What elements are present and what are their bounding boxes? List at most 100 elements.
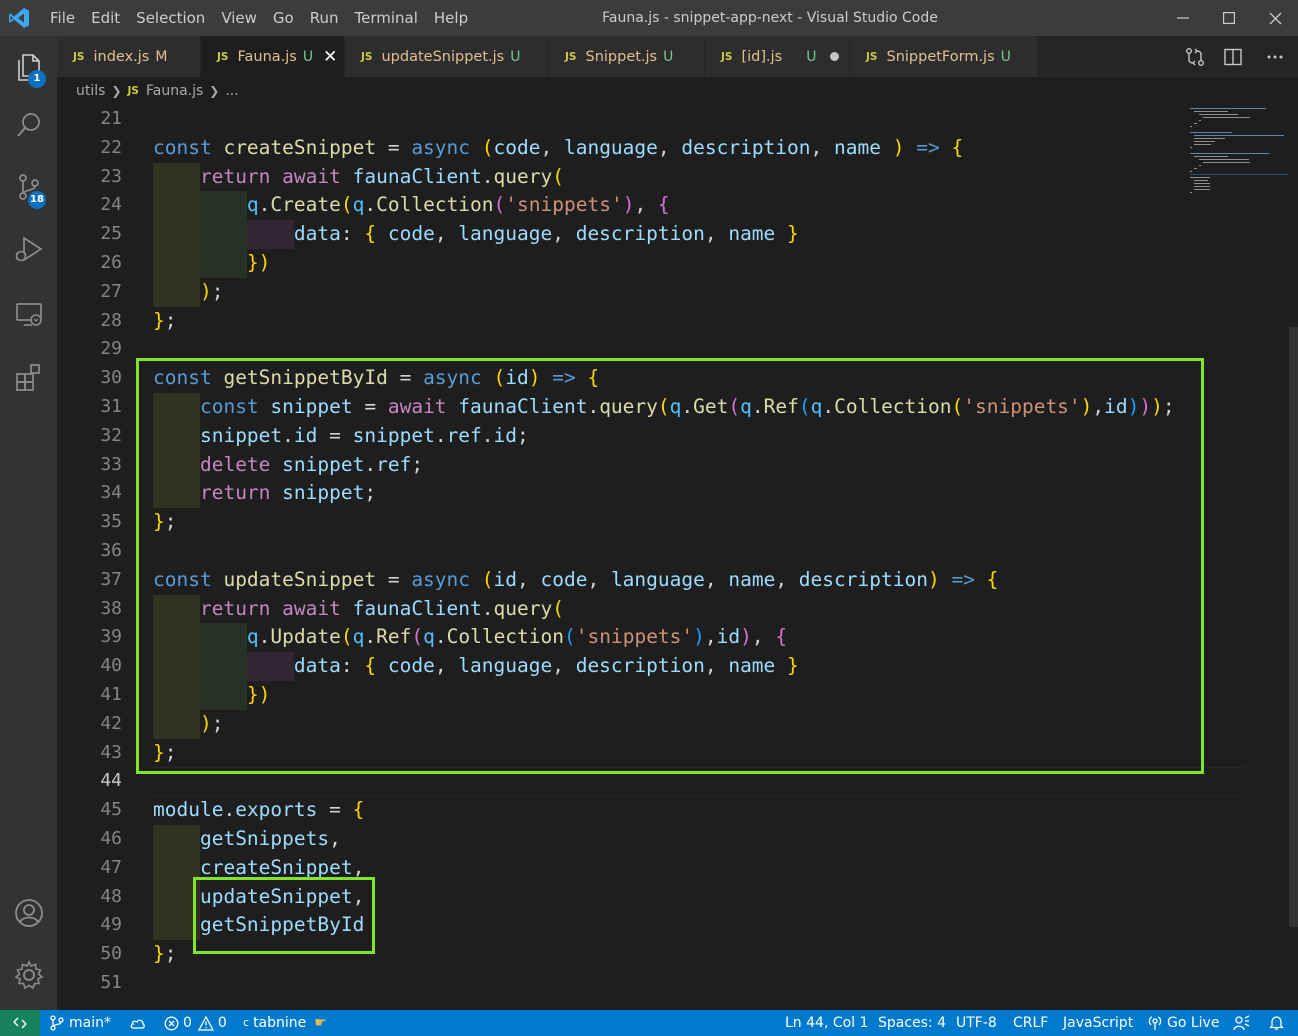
problems-button[interactable]: 0 0: [164, 1010, 227, 1036]
code-line[interactable]: createSnippet,: [153, 854, 364, 883]
code-line[interactable]: return snippet;: [153, 479, 376, 508]
line-number: 24: [100, 194, 122, 216]
minimap-line: [1194, 123, 1197, 124]
activity-manage[interactable]: [0, 948, 57, 1002]
more-actions-button[interactable]: [1252, 54, 1298, 60]
code-line[interactable]: }): [153, 681, 271, 710]
tab-git-status: U: [663, 48, 674, 65]
minimap-line: [1190, 132, 1232, 133]
minimap[interactable]: [1190, 105, 1288, 215]
close-window-button[interactable]: [1252, 0, 1298, 36]
code-line[interactable]: };: [153, 508, 177, 537]
line-number: 51: [100, 972, 122, 993]
close-tab-icon[interactable]: ✕: [323, 47, 337, 67]
tab-id-js[interactable]: JS [id].js U: [705, 36, 850, 77]
line-number: 41: [100, 684, 122, 705]
language-mode[interactable]: JavaScript: [1063, 1010, 1133, 1036]
tab-snippet-js[interactable]: JS Snippet.js U: [549, 36, 705, 77]
code-line[interactable]: const snippet = await faunaClient.query(…: [153, 393, 1175, 422]
activity-extensions[interactable]: [0, 350, 57, 404]
line-number: 50: [100, 943, 122, 965]
cloud-sync-icon: [130, 1019, 145, 1029]
activity-accounts[interactable]: [0, 886, 57, 940]
code-line[interactable]: );: [153, 278, 224, 307]
code-line[interactable]: return await faunaClient.query(: [153, 595, 564, 624]
run-debug-icon: [15, 236, 43, 262]
go-live-button[interactable]: Go Live: [1147, 1010, 1219, 1036]
code-line[interactable]: module.exports = {: [153, 796, 364, 825]
vscode-logo-icon: [9, 8, 29, 28]
activity-run-debug[interactable]: [0, 222, 57, 276]
code-line[interactable]: };: [153, 739, 177, 768]
code-line[interactable]: const getSnippetById = async (id) => {: [153, 364, 599, 393]
breadcrumb-folder[interactable]: utils: [76, 83, 105, 99]
activity-source-control[interactable]: 18: [0, 160, 57, 214]
indentation[interactable]: Spaces: 4: [878, 1010, 946, 1036]
code-line[interactable]: };: [153, 307, 177, 336]
code-line[interactable]: };: [153, 940, 177, 969]
minimap-cursor-line: [1190, 174, 1288, 175]
compare-changes-icon: [1186, 47, 1204, 66]
open-changes-button[interactable]: [1176, 47, 1214, 67]
cursor-position[interactable]: Ln 44, Col 1: [785, 1010, 868, 1036]
code-line[interactable]: return await faunaClient.query(: [153, 163, 564, 192]
maximize-button[interactable]: [1206, 0, 1252, 36]
menu-run[interactable]: Run: [310, 9, 339, 27]
menu-selection[interactable]: Selection: [136, 9, 205, 27]
minimap-line: [1194, 111, 1229, 112]
minimap-line: [1194, 156, 1229, 157]
unsaved-dot-icon[interactable]: [830, 52, 840, 61]
code-line[interactable]: getSnippets,: [153, 825, 341, 854]
code-line[interactable]: q.Update(q.Ref(q.Collection('snippets'),…: [153, 623, 787, 652]
activity-explorer[interactable]: 1: [0, 40, 57, 94]
activity-remote-explorer[interactable]: [0, 288, 57, 342]
code-line[interactable]: q.Create(q.Collection('snippets'), {: [153, 191, 670, 220]
code-line[interactable]: data: { code, language, description, nam…: [153, 220, 799, 249]
encoding[interactable]: UTF-8: [956, 1010, 997, 1036]
menu-go[interactable]: Go: [273, 9, 294, 27]
activity-search[interactable]: [0, 98, 57, 152]
menu-view[interactable]: View: [221, 9, 257, 27]
tab-fauna-js[interactable]: JS Fauna.js U ✕: [201, 36, 345, 77]
tab-snippetform-js[interactable]: JS SnippetForm.js U: [850, 36, 1038, 77]
scrollbar-thumb[interactable]: [1289, 327, 1298, 927]
title-bar: File Edit Selection View Go Run Terminal…: [0, 0, 1298, 36]
menu-file[interactable]: File: [50, 9, 75, 27]
code-editor[interactable]: 21 22 23 24 25 26 27 28 29 30 31 32 33 34 35 36 37 38 39 40…: [57, 105, 1298, 1010]
code-line[interactable]: );: [153, 710, 224, 739]
minimap-line: [1194, 180, 1208, 181]
split-editor-button[interactable]: [1214, 48, 1252, 66]
code-line[interactable]: delete snippet.ref;: [153, 451, 423, 480]
line-number: 47: [100, 856, 122, 878]
menu-edit[interactable]: Edit: [91, 9, 120, 27]
warning-icon: [197, 1015, 214, 1031]
end-of-line[interactable]: CRLF: [1013, 1010, 1048, 1036]
vertical-scrollbar[interactable]: [1288, 105, 1298, 1010]
code-line[interactable]: const updateSnippet = async (id, code, l…: [153, 566, 998, 595]
sync-button[interactable]: [128, 1010, 146, 1036]
feedback-button[interactable]: [1233, 1010, 1250, 1036]
code-line[interactable]: getSnippetById: [153, 911, 364, 940]
tab-label: Snippet.js: [585, 48, 658, 65]
code-line[interactable]: snippet.id = snippet.ref.id;: [153, 422, 529, 451]
maximize-icon: [1223, 12, 1235, 24]
remote-indicator-button[interactable]: [0, 1010, 40, 1036]
code-line[interactable]: }): [153, 249, 271, 278]
menu-help[interactable]: Help: [434, 9, 468, 27]
code-line[interactable]: updateSnippet,: [153, 883, 364, 912]
breadcrumb-symbols[interactable]: ...: [225, 83, 238, 99]
code-line[interactable]: const createSnippet = async (code, langu…: [153, 134, 963, 163]
tab-updatesnippet-js[interactable]: JS updateSnippet.js U: [345, 36, 549, 77]
minimap-line: [1194, 135, 1285, 136]
menu-terminal[interactable]: Terminal: [355, 9, 418, 27]
minimize-button[interactable]: [1160, 0, 1206, 36]
line-number: 38: [100, 597, 122, 619]
tab-git-status: M: [155, 48, 168, 65]
git-branch-button[interactable]: main*: [50, 1010, 111, 1036]
breadcrumb: utils ❯ JS Fauna.js ❯ ...: [57, 77, 1298, 105]
notifications-button[interactable]: [1269, 1010, 1284, 1036]
tabnine-button[interactable]: c tabnine ☛: [243, 1010, 327, 1036]
tab-index-js[interactable]: JS index.js M: [57, 36, 201, 77]
breadcrumb-file[interactable]: Fauna.js: [146, 83, 203, 99]
code-line[interactable]: data: { code, language, description, nam…: [153, 652, 799, 681]
